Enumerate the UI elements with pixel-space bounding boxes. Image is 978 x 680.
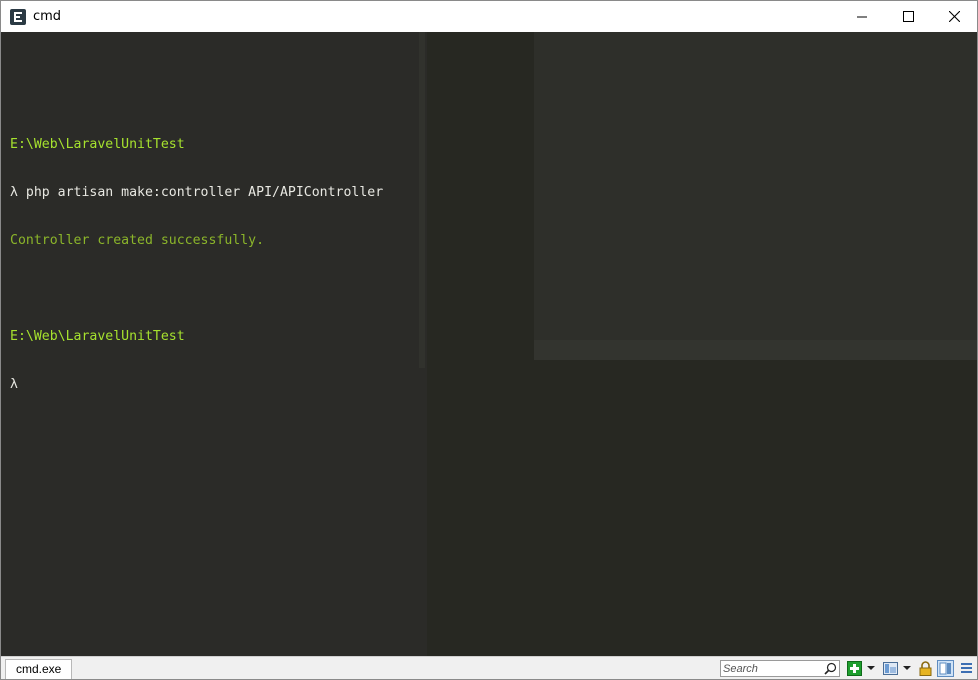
layout-dropdown-icon[interactable] (903, 666, 911, 670)
window-controls (839, 1, 977, 32)
new-console-icon[interactable] (847, 661, 862, 676)
terminal-line-path: E:\Web\LaravelUnitTest (10, 329, 185, 344)
close-button[interactable] (931, 1, 977, 32)
menu-lines-icon[interactable] (959, 661, 974, 676)
console-shade (419, 32, 425, 368)
terminal-output[interactable]: E:\Web\LaravelUnitTest λ php artisan mak… (10, 57, 383, 425)
terminal-prompt[interactable]: λ (10, 377, 383, 393)
terminal-line-path: E:\Web\LaravelUnitTest (10, 137, 185, 152)
search-input[interactable] (723, 661, 823, 676)
console-area[interactable]: E:\Web\LaravelUnitTest λ php artisan mak… (1, 32, 977, 656)
terminal-line-success: Controller created successfully. (10, 233, 265, 248)
maximize-icon (902, 11, 914, 22)
search-field[interactable] (720, 660, 840, 677)
lock-icon[interactable] (918, 661, 933, 676)
cmder-app-icon[interactable] (10, 8, 26, 25)
transparent-background-region (534, 32, 977, 359)
status-bar: cmd.exe (1, 656, 977, 679)
new-console-dropdown-icon[interactable] (867, 666, 875, 670)
search-icon[interactable] (824, 662, 837, 675)
close-icon (948, 11, 960, 22)
minimize-icon (857, 16, 867, 17)
maximize-button[interactable] (885, 1, 931, 32)
title-bar[interactable]: cmd (1, 1, 977, 32)
layout-icon[interactable] (883, 661, 898, 676)
terminal-line-command: λ php artisan make:controller API/APICon… (10, 185, 384, 200)
tab-cmd-exe[interactable]: cmd.exe (5, 659, 73, 679)
split-view-icon[interactable] (937, 660, 954, 677)
cmder-window: cmd E:\Web\LaravelUnitTest λ php artisan… (0, 0, 978, 680)
minimize-button[interactable] (839, 1, 885, 32)
transparent-background-strip (534, 340, 977, 360)
window-title: cmd (33, 9, 62, 24)
